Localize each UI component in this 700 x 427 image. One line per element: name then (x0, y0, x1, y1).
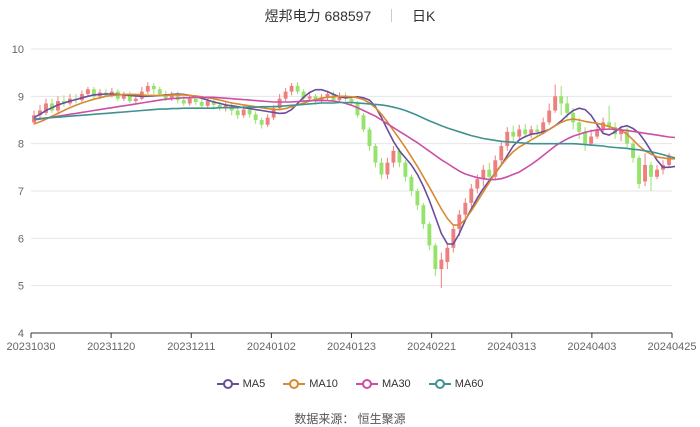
chart-container: 煜邦电力 688597 日K 4 5 6 7 8 9 10 20231030 20231120 2… (0, 0, 700, 426)
candle-body (499, 146, 504, 161)
x-tick-label: 20231211 (167, 341, 215, 353)
candle-body (253, 114, 258, 120)
candle-body (289, 85, 294, 92)
x-tick-label: 20240425 (648, 341, 697, 353)
legend: MA5 MA10 MA30 MA60 (0, 378, 700, 390)
candle-body (475, 179, 480, 189)
candle-body (463, 202, 468, 215)
candle-body (589, 136, 594, 144)
candle-body (283, 91, 288, 99)
candle-body (385, 162, 390, 175)
candle-body (193, 98, 198, 103)
legend-label: MA30 (381, 378, 411, 390)
candle-body (439, 259, 444, 270)
legend-marker-icon (428, 379, 451, 390)
candle-body (547, 110, 552, 123)
candle-body (409, 176, 414, 191)
candle-body (643, 164, 647, 182)
legend-item-ma30[interactable]: MA30 (355, 378, 411, 390)
candle-body (541, 122, 546, 132)
x-tick-label: 20240123 (327, 341, 376, 353)
legend-item-ma5[interactable]: MA5 (216, 378, 266, 390)
candle-body (403, 162, 408, 177)
candle-body (565, 103, 570, 113)
candle-body (235, 110, 240, 116)
candle-body (655, 169, 659, 177)
candle-body (631, 143, 636, 158)
ma-line-ma5 (33, 88, 676, 245)
legend-item-ma60[interactable]: MA60 (428, 378, 484, 390)
candle-body (295, 85, 300, 92)
candle-body (469, 188, 474, 203)
legend-marker-icon (216, 379, 239, 390)
candle-body (361, 115, 366, 130)
candle-body (553, 96, 558, 111)
candle-body (649, 164, 653, 177)
candle-body (145, 85, 150, 92)
ma-line-ma10 (33, 93, 675, 226)
legend-marker-icon (283, 379, 306, 390)
legend-label: MA60 (454, 378, 484, 390)
candle-body (523, 129, 528, 135)
y-tick-label: 7 (18, 186, 24, 198)
legend-label: MA10 (309, 378, 338, 390)
candle-body (487, 169, 492, 177)
candle-body (181, 100, 186, 104)
y-tick-label: 9 (18, 91, 24, 103)
candle-body (445, 247, 450, 262)
candle-body (205, 101, 210, 106)
candle-body (391, 150, 396, 163)
candle-body (241, 109, 246, 116)
candle-body (373, 146, 378, 163)
legend-label: MA5 (242, 378, 266, 390)
x-tick-label: 20231030 (7, 341, 56, 353)
candle-body (427, 224, 432, 246)
candle-body (151, 85, 156, 90)
candle-body (415, 191, 420, 206)
x-tick-label: 20240102 (247, 341, 296, 353)
candle-body (457, 214, 462, 229)
candle-body (421, 205, 426, 225)
candle-body (355, 103, 360, 116)
x-tick-label: 20240403 (567, 341, 616, 353)
candle-body (571, 112, 576, 123)
candle-body (367, 129, 372, 147)
candle-body (133, 98, 138, 102)
candle-body (187, 98, 192, 104)
y-tick-label: 5 (18, 281, 24, 293)
candle-body (433, 245, 438, 270)
legend-item-ma10[interactable]: MA10 (283, 378, 338, 390)
x-tick-label: 20231120 (87, 341, 135, 353)
candle-body (451, 228, 456, 248)
candle-body (157, 89, 162, 94)
data-source: 数据来源： 恒生聚源 (294, 412, 406, 426)
candle-body (511, 131, 516, 137)
candle-body (85, 89, 90, 94)
candle-body (505, 131, 510, 147)
candle-body (247, 109, 252, 115)
y-tick-label: 8 (18, 139, 24, 151)
x-tick-label: 20240313 (487, 341, 536, 353)
candle-body (517, 129, 522, 137)
candle-body (307, 96, 312, 99)
y-tick-label: 10 (12, 44, 24, 56)
y-tick-label: 4 (18, 328, 24, 340)
candlestick-chart: 4 5 6 7 8 9 10 20231030 20231120 20231211 20240102… (7, 44, 697, 353)
candle-body (199, 102, 204, 106)
candle-body (577, 122, 582, 132)
candle-body (559, 96, 564, 104)
candle-body (265, 117, 270, 125)
candle-body (637, 157, 641, 184)
legend-marker-icon (355, 379, 378, 390)
candle-body (583, 131, 588, 144)
candle-body (259, 120, 264, 125)
candle-body (379, 162, 384, 175)
y-tick-label: 6 (18, 233, 24, 245)
x-tick-label: 20240221 (407, 341, 456, 353)
candle-body (535, 129, 540, 132)
